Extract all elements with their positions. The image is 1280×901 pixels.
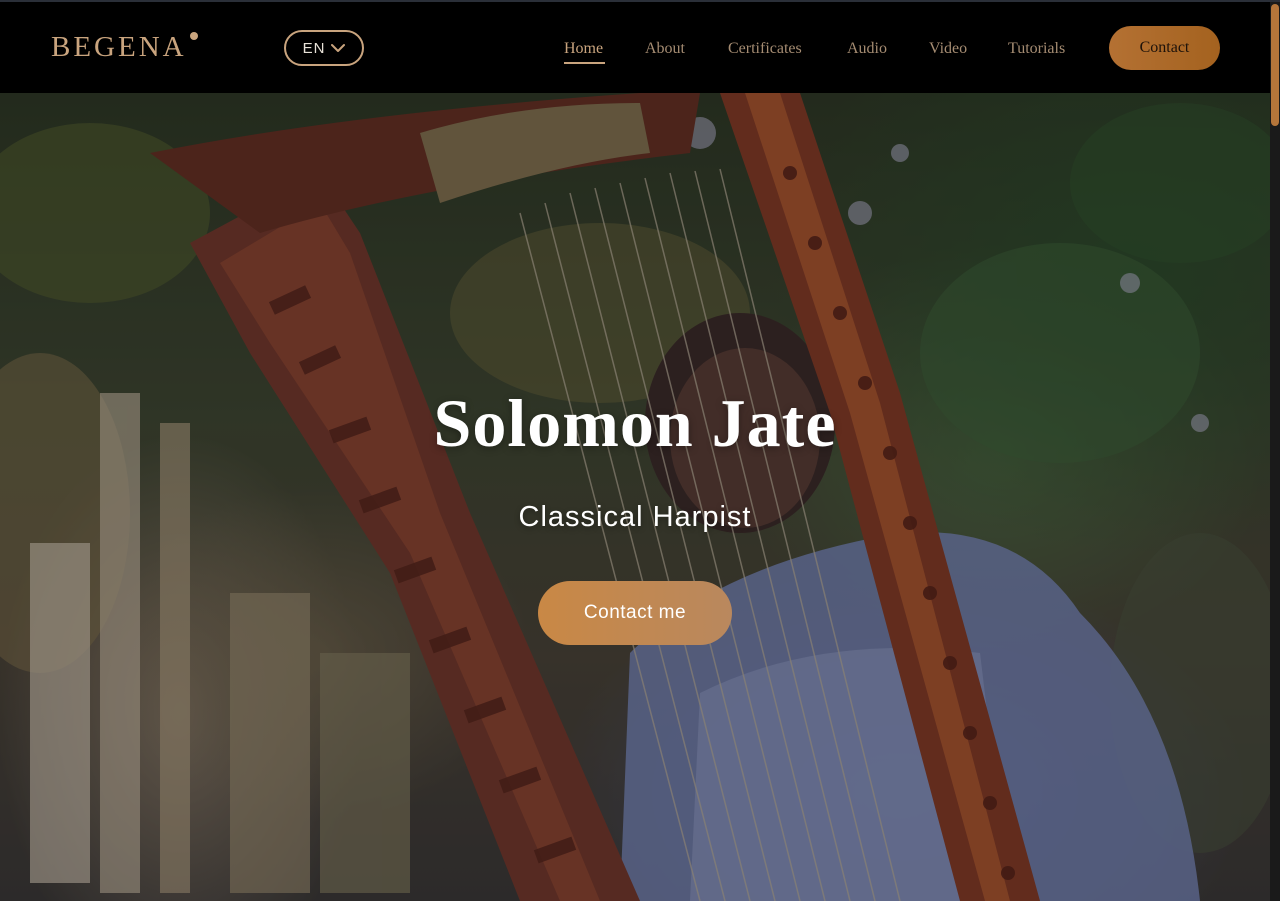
hero-subtitle: Classical Harpist <box>518 501 752 533</box>
page: BEGENA EN Home About Certificates Audio … <box>0 0 1280 901</box>
hero-title: Solomon Jate <box>433 385 837 461</box>
nav-audio[interactable]: Audio <box>847 38 887 60</box>
language-selector-label: EN <box>302 39 326 57</box>
nav-tutorials[interactable]: Tutorials <box>1008 38 1065 60</box>
site-logo[interactable]: BEGENA <box>51 31 187 63</box>
chevron-down-icon <box>331 43 346 53</box>
nav-certificates[interactable]: Certificates <box>728 38 802 60</box>
scrollbar-track[interactable] <box>1270 2 1280 901</box>
navbar: BEGENA EN Home About Certificates Audio … <box>0 2 1270 93</box>
scrollbar-thumb[interactable] <box>1271 4 1279 126</box>
nav-home[interactable]: Home <box>564 38 603 60</box>
nav-active-underline <box>564 62 605 64</box>
nav-video[interactable]: Video <box>929 38 967 60</box>
nav-about[interactable]: About <box>645 38 685 60</box>
logo-dot <box>190 32 198 40</box>
nav-contact-button[interactable]: Contact <box>1109 26 1220 70</box>
language-selector[interactable]: EN <box>284 30 364 66</box>
hero-section: Solomon Jate Classical Harpist Contact m… <box>0 93 1270 901</box>
contact-me-button[interactable]: Contact me <box>538 581 732 645</box>
